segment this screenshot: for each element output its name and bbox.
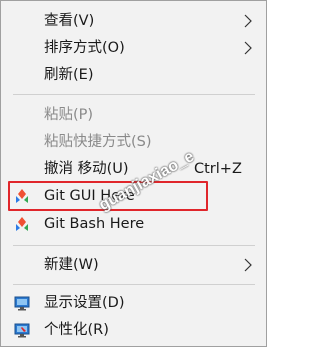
menu-item-view[interactable]: 查看(V) [1, 8, 266, 34]
menu-item-label: 粘贴快捷方式(S) [44, 134, 152, 150]
menu-item-label: 查看(V) [44, 13, 95, 29]
menu-item-refresh[interactable]: 刷新(E) [1, 62, 266, 88]
context-menu: 查看(V) 排序方式(O) 刷新(E) 粘贴(P) 粘贴快捷方式(S) 撤消 移… [0, 0, 267, 347]
menu-item-git-bash-here[interactable]: Git Bash Here [1, 211, 266, 237]
chevron-right-icon [244, 258, 252, 272]
display-settings-icon [14, 296, 30, 311]
personalize-icon [14, 323, 30, 338]
menu-item-paste[interactable]: 粘贴(P) [1, 102, 266, 128]
menu-item-label: 新建(W) [44, 257, 99, 273]
menu-item-sort-by[interactable]: 排序方式(O) [1, 35, 266, 61]
menu-separator [13, 94, 255, 95]
menu-item-label: 个性化(R) [44, 322, 109, 338]
shortcut-label: Ctrl+Z [194, 161, 242, 177]
menu-item-label: Git Bash Here [44, 216, 145, 232]
menu-item-label: 显示设置(D) [44, 295, 125, 311]
chevron-right-icon [244, 14, 252, 28]
menu-item-personalize[interactable]: 个性化(R) [1, 317, 266, 343]
menu-item-paste-shortcut[interactable]: 粘贴快捷方式(S) [1, 129, 266, 155]
menu-item-new[interactable]: 新建(W) [1, 252, 266, 278]
menu-item-display-settings[interactable]: 显示设置(D) [1, 290, 266, 316]
menu-item-label: 排序方式(O) [44, 40, 125, 56]
menu-separator [13, 245, 255, 246]
menu-item-label: 撤消 移动(U) [44, 161, 129, 177]
menu-separator [13, 284, 255, 285]
chevron-right-icon [244, 41, 252, 55]
menu-item-label: 粘贴(P) [44, 107, 94, 123]
git-icon [16, 217, 28, 231]
menu-item-label: 刷新(E) [44, 67, 94, 83]
